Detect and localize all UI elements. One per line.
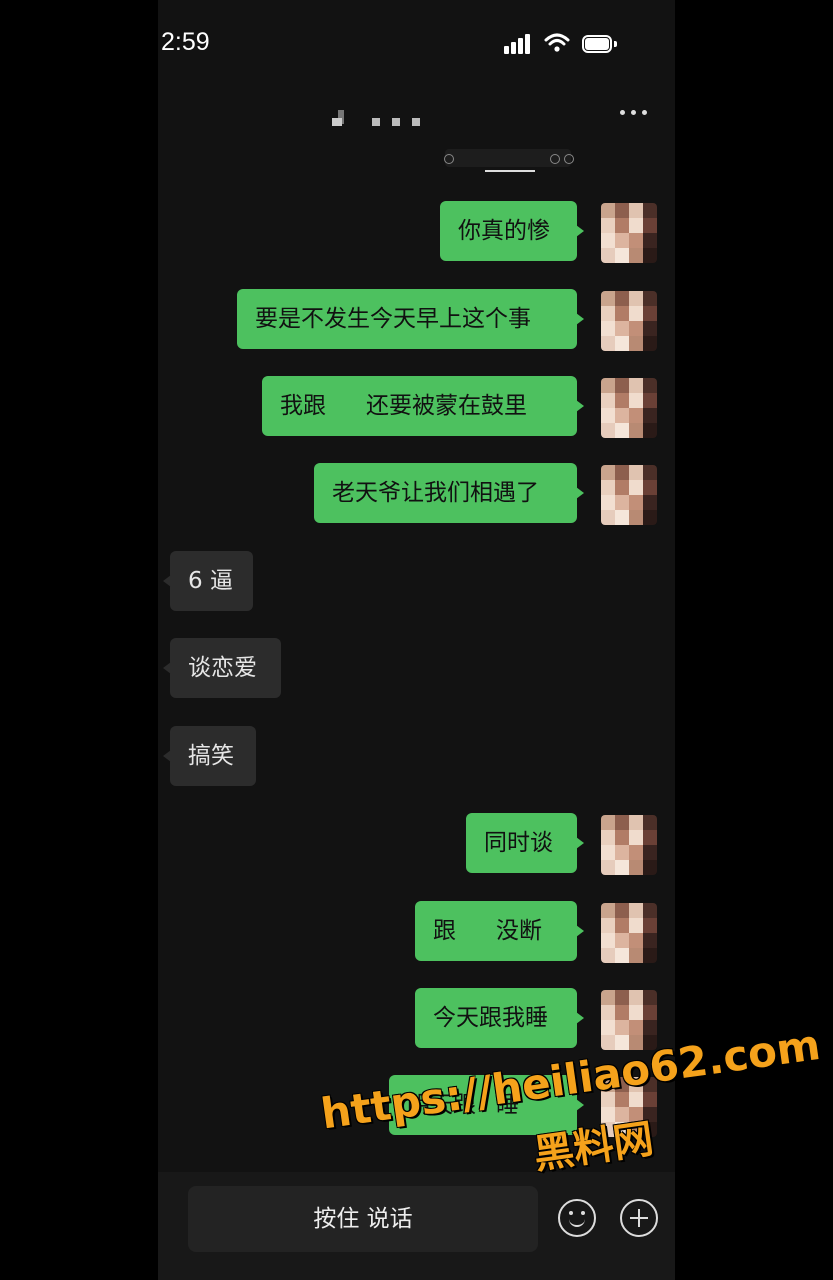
message-bubble-outgoing[interactable]: 我跟 还要被蒙在鼓里	[262, 376, 584, 436]
avatar[interactable]	[601, 203, 657, 263]
avatar[interactable]	[601, 378, 657, 438]
avatar[interactable]	[601, 815, 657, 875]
avatar[interactable]	[601, 291, 657, 351]
watermark-name: 黑料网	[531, 1116, 657, 1179]
avatar[interactable]	[601, 990, 657, 1050]
plus-icon[interactable]	[620, 1199, 658, 1237]
message-bubble-outgoing[interactable]: 跟没断	[415, 901, 584, 961]
message-bubble-incoming[interactable]: 6 逼	[163, 551, 253, 611]
redacted-name	[456, 937, 496, 938]
message-bubble-outgoing[interactable]: 同时谈	[466, 813, 584, 873]
avatar[interactable]	[601, 903, 657, 963]
message-bubble-incoming[interactable]: 搞笑	[163, 726, 256, 786]
message-bubble-outgoing[interactable]: 今天跟我睡	[415, 988, 584, 1048]
avatar[interactable]	[601, 465, 657, 525]
message-bubble-incoming[interactable]: 谈恋爱	[163, 638, 281, 698]
message-bubble-outgoing[interactable]: 老天爷让我们相遇了	[314, 463, 584, 523]
redacted-name	[326, 412, 366, 413]
message-bubble-outgoing[interactable]: 要是不发生今天早上这个事	[237, 289, 584, 349]
message-bubble-outgoing[interactable]: 你真的惨	[440, 201, 584, 261]
